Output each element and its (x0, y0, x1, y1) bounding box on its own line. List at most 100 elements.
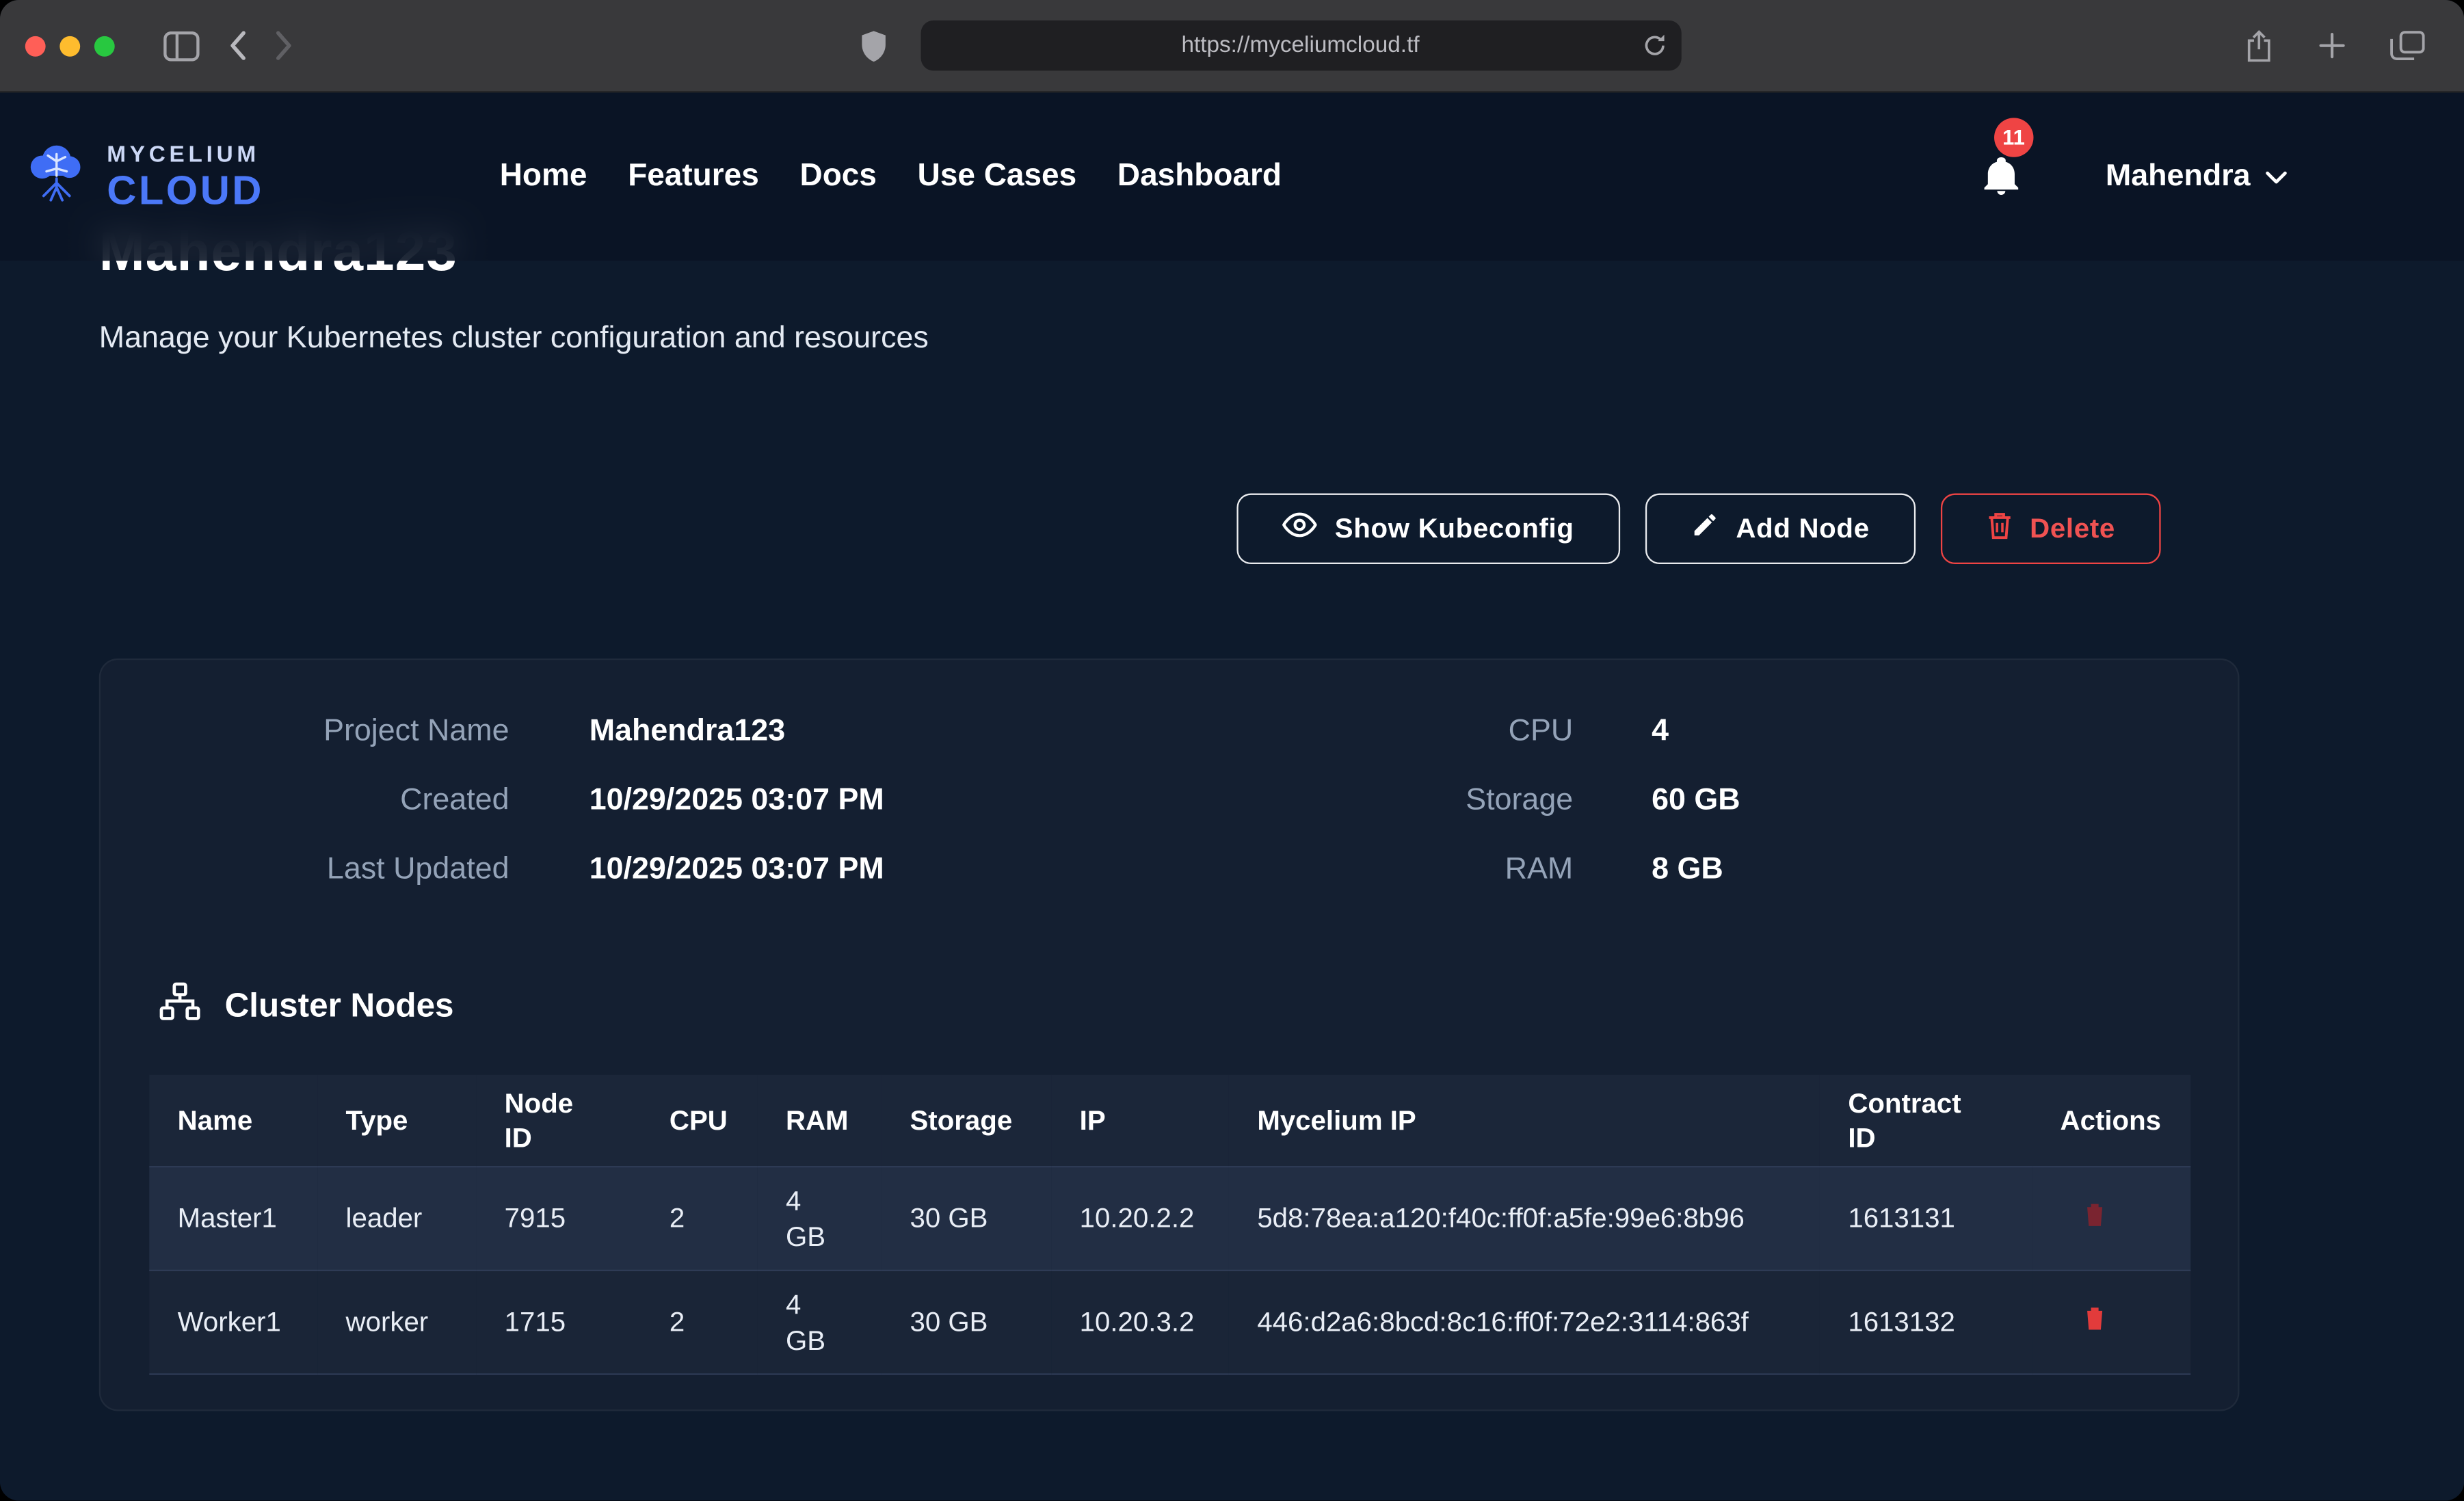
col-mycelium-ip: Mycelium IP (1229, 1075, 1820, 1167)
col-storage: Storage (882, 1075, 1051, 1167)
cell-contract-id: 1613132 (1820, 1271, 2032, 1374)
cell-cpu: 2 (641, 1167, 758, 1271)
brand-line2: CLOUD (107, 169, 264, 211)
page-subtitle: Manage your Kubernetes cluster configura… (99, 321, 2464, 356)
add-node-button[interactable]: Add Node (1645, 494, 1915, 564)
detail-value: 8 GB (1652, 849, 1723, 890)
trash-icon (1986, 510, 2013, 548)
eye-icon (1283, 511, 1318, 547)
cell-ip: 10.20.2.2 (1051, 1167, 1229, 1271)
tab-overview-icon[interactable] (2390, 30, 2425, 62)
bell-icon (1981, 174, 2020, 200)
cell-actions (2032, 1271, 2190, 1374)
detail-value: 10/29/2025 03:07 PM (589, 780, 1297, 821)
detail-label: Project Name (101, 710, 509, 752)
detail-value: Mahendra123 (589, 710, 1297, 752)
col-ip: IP (1051, 1075, 1229, 1167)
minimize-window-button[interactable] (59, 36, 80, 56)
col-name: Name (149, 1075, 317, 1167)
brand-line1: MYCELIUM (107, 142, 264, 169)
navbar-right: 11 Mahendra (1981, 152, 2288, 202)
col-cpu: CPU (641, 1075, 758, 1167)
user-menu[interactable]: Mahendra (2106, 159, 2288, 195)
nav-link-dashboard[interactable]: Dashboard (1117, 159, 1282, 195)
share-icon[interactable] (2244, 27, 2274, 64)
add-node-label: Add Node (1736, 512, 1869, 545)
delete-node-button[interactable] (2082, 1199, 2108, 1227)
cell-ram: 4 GB (758, 1271, 882, 1374)
cell-name: Master1 (149, 1167, 317, 1271)
close-window-button[interactable] (25, 36, 46, 56)
detail-label: Last Updated (101, 849, 509, 890)
delete-node-button[interactable] (2082, 1303, 2108, 1331)
nav-link-features[interactable]: Features (628, 159, 759, 195)
col-contract-id: Contract ID (1820, 1075, 2032, 1167)
detail-value: 10/29/2025 03:07 PM (589, 849, 1297, 890)
chevron-down-icon (2264, 159, 2288, 195)
sidebar-toggle-icon[interactable] (163, 31, 200, 61)
cell-mycelium-ip: 5d8:78ea:a120:f40c:ff0f:a5fe:99e6:8b96 (1229, 1167, 1820, 1271)
table-header-row: Name Type Node ID CPU RAM Storage IP Myc… (149, 1075, 2190, 1167)
cell-contract-id: 1613131 (1820, 1167, 2032, 1271)
brand-text: MYCELIUM CLOUD (107, 142, 264, 211)
detail-row: Created 10/29/2025 03:07 PM Storage 60 G… (101, 780, 2238, 821)
window-controls (25, 36, 115, 56)
screen: https://myceliumcloud.tf (0, 0, 2464, 1500)
url-text: https://myceliumcloud.tf (1181, 33, 1419, 58)
detail-value: 60 GB (1652, 780, 1740, 821)
detail-label: CPU (1297, 710, 1573, 752)
cell-node-id: 7915 (476, 1167, 641, 1271)
cluster-actions: Show Kubeconfig Add Node Delete (99, 494, 2240, 564)
pencil-icon (1691, 511, 1719, 547)
cell-type: worker (317, 1271, 476, 1374)
cell-cpu: 2 (641, 1271, 758, 1374)
notifications-button[interactable]: 11 (1981, 152, 2020, 202)
detail-row: Last Updated 10/29/2025 03:07 PM RAM 8 G… (101, 849, 2238, 890)
cluster-nodes-title: Cluster Nodes (225, 987, 454, 1026)
nodes-network-icon (159, 981, 201, 1033)
detail-label: RAM (1297, 849, 1573, 890)
reload-icon[interactable] (1641, 33, 1667, 64)
cell-ram: 4 GB (758, 1167, 882, 1271)
col-ram: RAM (758, 1075, 882, 1167)
cluster-nodes-heading: Cluster Nodes (159, 981, 2238, 1033)
cell-mycelium-ip: 446:d2a6:8bcd:8c16:ff0f:72e2:3114:863f (1229, 1271, 1820, 1374)
cluster-page: Mahendra123 Manage your Kubernetes clust… (0, 93, 2464, 1411)
col-actions: Actions (2032, 1075, 2190, 1167)
user-name: Mahendra (2106, 159, 2251, 195)
col-type: Type (317, 1075, 476, 1167)
forward-button[interactable] (275, 30, 294, 62)
mycelium-logo-icon (22, 140, 91, 214)
new-tab-icon[interactable] (2318, 31, 2346, 59)
col-node-id: Node ID (476, 1075, 641, 1167)
cell-name: Worker1 (149, 1271, 317, 1374)
cluster-nodes-table: Name Type Node ID CPU RAM Storage IP Myc… (149, 1075, 2190, 1375)
privacy-shield-icon[interactable] (859, 29, 887, 62)
show-kubeconfig-button[interactable]: Show Kubeconfig (1237, 494, 1619, 564)
delete-cluster-button[interactable]: Delete (1940, 494, 2160, 564)
browser-window: https://myceliumcloud.tf (0, 0, 2464, 1500)
show-kubeconfig-label: Show Kubeconfig (1335, 512, 1574, 545)
cell-ip: 10.20.3.2 (1051, 1271, 1229, 1374)
cell-storage: 30 GB (882, 1167, 1051, 1271)
detail-label: Created (101, 780, 509, 821)
detail-row: Project Name Mahendra123 CPU 4 (101, 710, 2238, 752)
page-viewport: MYCELIUM CLOUD Home Features Docs Use Ca… (0, 93, 2464, 1501)
browser-toolbar: https://myceliumcloud.tf (0, 0, 2464, 93)
notification-badge: 11 (1994, 117, 2033, 156)
nav-link-docs[interactable]: Docs (800, 159, 877, 195)
node-row-worker1: Worker1 worker 1715 2 4 GB 30 GB 10.20.3… (149, 1271, 2190, 1374)
site-navbar: MYCELIUM CLOUD Home Features Docs Use Ca… (0, 93, 2464, 261)
nav-link-home[interactable]: Home (500, 159, 587, 195)
cell-storage: 30 GB (882, 1271, 1051, 1374)
nav-links: Home Features Docs Use Cases Dashboard (500, 159, 1282, 195)
delete-label: Delete (2030, 512, 2115, 545)
detail-value: 4 (1652, 710, 1669, 752)
brand-logo[interactable]: MYCELIUM CLOUD (22, 140, 500, 214)
back-button[interactable] (228, 30, 247, 62)
nav-link-use-cases[interactable]: Use Cases (918, 159, 1077, 195)
cell-actions (2032, 1167, 2190, 1271)
address-bar[interactable]: https://myceliumcloud.tf (920, 21, 1680, 71)
zoom-window-button[interactable] (94, 36, 115, 56)
node-row-master1: Master1 leader 7915 2 4 GB 30 GB 10.20.2… (149, 1167, 2190, 1271)
